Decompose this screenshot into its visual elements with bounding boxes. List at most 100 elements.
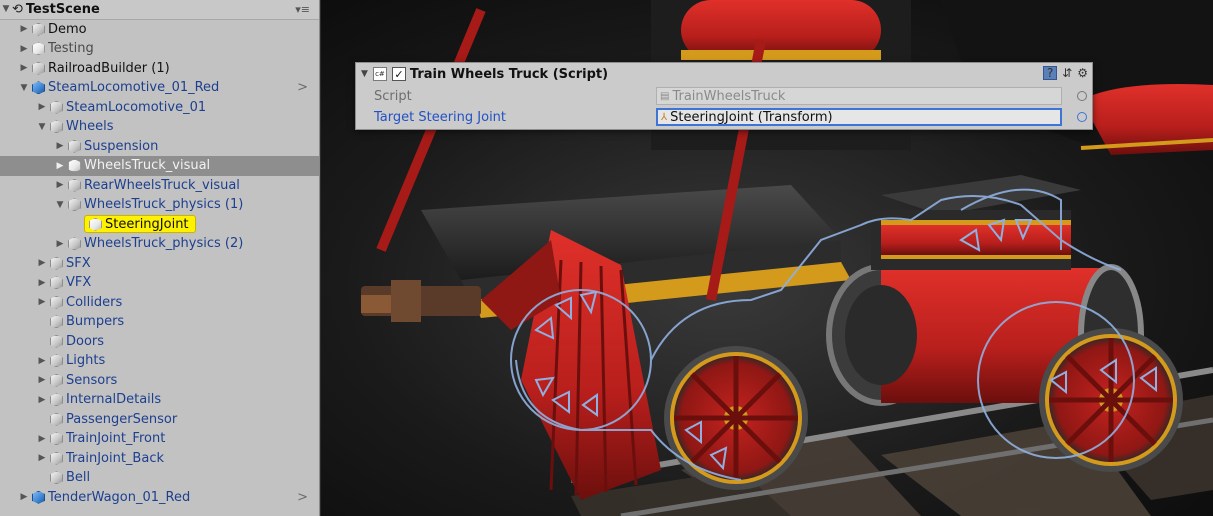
target-steering-joint-field[interactable]: ⅄ SteeringJoint (Transform): [656, 108, 1062, 126]
foldout-arrow-icon[interactable]: ▼: [361, 69, 368, 79]
collapsed-arrow-icon[interactable]: ▶: [54, 140, 66, 152]
hierarchy-item-lights[interactable]: ▶ Lights: [0, 351, 319, 371]
gameobject-icon: [50, 373, 63, 387]
component-title: Train Wheels Truck (Script): [409, 66, 609, 82]
field-row-target-steering-joint: Target Steering Joint ⅄ SteeringJoint (T…: [356, 107, 1092, 127]
gameobject-icon: [32, 22, 45, 36]
open-prefab-chevron-icon[interactable]: >: [297, 80, 308, 95]
gameobject-icon: [50, 432, 63, 446]
component-enabled-checkbox[interactable]: ✓: [391, 67, 406, 81]
hierarchy-item-rearwheelstruck-visual[interactable]: ▶ RearWheelsTruck_visual: [0, 176, 319, 196]
expand-arrow-icon[interactable]: ▼: [18, 82, 30, 94]
help-icon[interactable]: ?: [1043, 66, 1058, 80]
field-value: SteeringJoint (Transform): [670, 109, 833, 125]
hierarchy-item-vfx[interactable]: ▶ VFX: [0, 273, 319, 293]
hierarchy-item-wheelstruck-physics-1[interactable]: ▼ WheelsTruck_physics (1): [0, 195, 319, 215]
hierarchy-item-passengersensor[interactable]: PassengerSensor: [0, 410, 319, 430]
hierarchy-item-wheels[interactable]: ▼ Wheels: [0, 117, 319, 137]
hierarchy-item-railroadbuilder[interactable]: ▶ RailroadBuilder (1): [0, 59, 319, 79]
gameobject-icon: [50, 354, 63, 368]
hierarchy-item-label: Testing: [48, 41, 94, 57]
open-prefab-chevron-icon[interactable]: >: [297, 490, 308, 505]
hierarchy-item-colliders[interactable]: ▶ Colliders: [0, 293, 319, 313]
collapsed-arrow-icon[interactable]: ▶: [36, 394, 48, 406]
gameobject-icon: [50, 334, 63, 348]
hierarchy-item-label: RailroadBuilder (1): [48, 60, 170, 76]
object-picker-icon[interactable]: [1077, 91, 1087, 101]
scene-header[interactable]: ▼ ⟲ TestScene ▾≡: [0, 0, 319, 20]
gameobject-icon: [50, 393, 63, 407]
hierarchy-item-label: Wheels: [66, 119, 114, 135]
hierarchy-item-demo[interactable]: ▶ Demo: [0, 20, 319, 40]
object-picker-icon[interactable]: [1077, 112, 1087, 122]
hierarchy-item-steamlocomotive-red[interactable]: ▼ SteamLocomotive_01_Red >: [0, 78, 319, 98]
collapsed-arrow-icon[interactable]: ▶: [36, 257, 48, 269]
gameobject-icon: [50, 256, 63, 270]
hierarchy-item-trainjoint-front[interactable]: ▶ TrainJoint_Front: [0, 429, 319, 449]
collapsed-arrow-icon[interactable]: ▶: [36, 277, 48, 289]
hierarchy-item-testing[interactable]: ▶ Testing: [0, 39, 319, 59]
hierarchy-item-label: TrainJoint_Back: [66, 450, 164, 466]
collapsed-arrow-icon[interactable]: ▶: [18, 62, 30, 74]
hierarchy-item-label: WheelsTruck_visual: [84, 158, 211, 174]
component-header[interactable]: ▼ c# ✓ Train Wheels Truck (Script) ? ⇵ ⚙: [356, 63, 1092, 85]
hierarchy-item-sfx[interactable]: ▶ SFX: [0, 254, 319, 274]
collapsed-arrow-icon[interactable]: ▶: [54, 238, 66, 250]
hierarchy-menu-icon[interactable]: ▾≡: [295, 3, 310, 16]
hierarchy-item-label: VFX: [66, 275, 92, 291]
hierarchy-panel: ▼ ⟲ TestScene ▾≡ ▶ Demo ▶ Testing ▶ Rail…: [0, 0, 320, 516]
gameobject-icon: [50, 295, 63, 309]
coupler: [361, 280, 481, 322]
prefab-icon: [32, 490, 45, 504]
hierarchy-item-wheelstruck-physics-2[interactable]: ▶ WheelsTruck_physics (2): [0, 234, 319, 254]
gameobject-icon: [68, 178, 81, 192]
hierarchy-item-steeringjoint[interactable]: SteeringJoint: [0, 215, 319, 235]
gameobject-icon: [50, 315, 63, 329]
hierarchy-item-label: Lights: [66, 353, 106, 369]
hierarchy-item-tenderwagon-red[interactable]: ▶ TenderWagon_01_Red >: [0, 488, 319, 508]
hierarchy-item-label: RearWheelsTruck_visual: [84, 177, 240, 193]
component-header-icons: ? ⇵ ⚙: [1043, 66, 1088, 80]
steam-chest: [871, 175, 1081, 270]
collapsed-arrow-icon[interactable]: ▶: [54, 160, 66, 172]
expand-arrow-icon[interactable]: ▼: [36, 121, 48, 133]
gameobject-icon: [50, 451, 63, 465]
hierarchy-item-bumpers[interactable]: Bumpers: [0, 312, 319, 332]
hierarchy-item-steamlocomotive[interactable]: ▶ SteamLocomotive_01: [0, 98, 319, 118]
collapsed-arrow-icon[interactable]: ▶: [36, 355, 48, 367]
hierarchy-item-label: Suspension: [84, 138, 159, 154]
collapsed-arrow-icon[interactable]: ▶: [18, 491, 30, 503]
hierarchy-item-wheelstruck-visual[interactable]: ▶ WheelsTruck_visual: [0, 156, 319, 176]
hierarchy-item-label: SFX: [66, 255, 91, 271]
gameobject-icon: [68, 198, 81, 212]
hierarchy-item-doors[interactable]: Doors: [0, 332, 319, 352]
scene-name: TestScene: [25, 1, 100, 17]
hierarchy-item-internaldetails[interactable]: ▶ InternalDetails: [0, 390, 319, 410]
hierarchy-item-label: TrainJoint_Front: [66, 431, 166, 447]
collapsed-arrow-icon[interactable]: ▶: [36, 452, 48, 464]
gameobject-icon: [50, 276, 63, 290]
hierarchy-item-label: Colliders: [66, 294, 123, 310]
collapsed-arrow-icon[interactable]: ▶: [36, 101, 48, 113]
hierarchy-item-label: TenderWagon_01_Red: [48, 489, 191, 505]
csharp-script-icon: c#: [372, 67, 387, 81]
front-wheel: [664, 346, 808, 490]
gear-icon[interactable]: ⚙: [1077, 66, 1088, 80]
collapsed-arrow-icon[interactable]: ▶: [18, 43, 30, 55]
collapsed-arrow-icon[interactable]: ▶: [18, 23, 30, 35]
hierarchy-item-trainjoint-back[interactable]: ▶ TrainJoint_Back: [0, 449, 319, 469]
gameobject-icon: [68, 159, 81, 173]
hierarchy-item-suspension[interactable]: ▶ Suspension: [0, 137, 319, 157]
collapsed-arrow-icon[interactable]: ▶: [54, 179, 66, 191]
collapsed-arrow-icon[interactable]: ▶: [36, 296, 48, 308]
expand-arrow-icon[interactable]: ▼: [54, 199, 66, 211]
field-label: Target Steering Joint: [374, 109, 507, 125]
preset-icon[interactable]: ⇵: [1062, 66, 1072, 80]
hierarchy-item-bell[interactable]: Bell: [0, 468, 319, 488]
hierarchy-item-sensors[interactable]: ▶ Sensors: [0, 371, 319, 391]
collapsed-arrow-icon[interactable]: ▶: [36, 433, 48, 445]
collapsed-arrow-icon[interactable]: ▶: [36, 374, 48, 386]
expand-arrow-icon[interactable]: ▼: [0, 3, 12, 15]
hierarchy-item-label: InternalDetails: [66, 392, 162, 408]
script-file-icon: ▤: [660, 90, 670, 102]
